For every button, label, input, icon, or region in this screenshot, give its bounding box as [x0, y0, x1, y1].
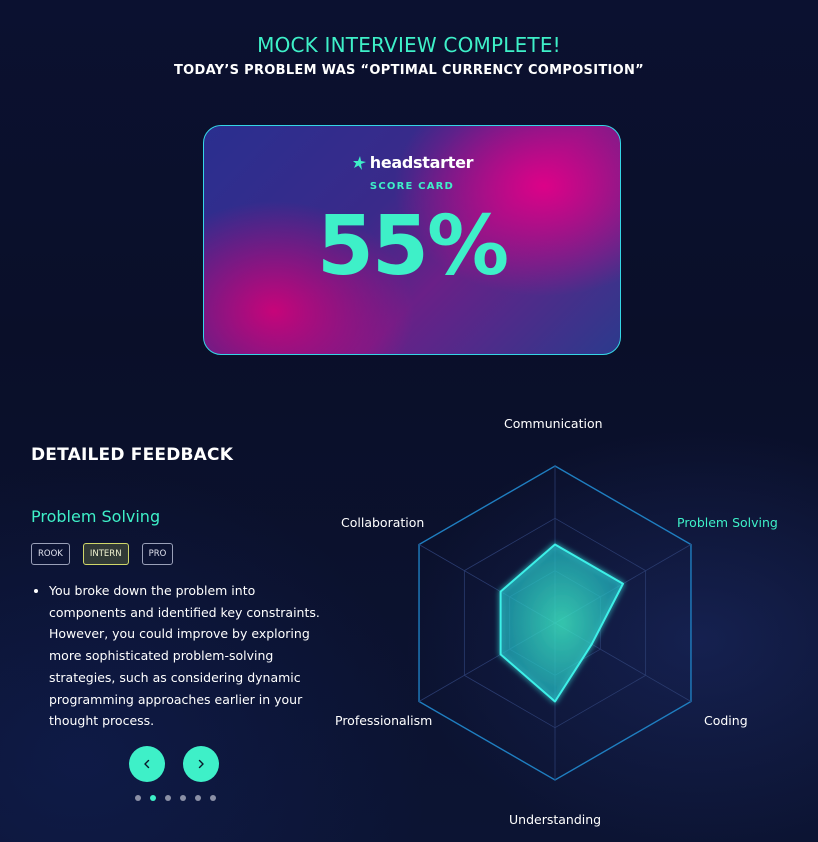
radar-label-communication: Communication — [504, 416, 603, 431]
radar-label-understanding: Understanding — [509, 812, 602, 827]
previous-button[interactable] — [129, 746, 165, 782]
brand-name: headstarter — [369, 153, 474, 172]
score-value: 55% — [316, 199, 509, 294]
brand-logo: headstarter — [204, 153, 620, 172]
feedback-list: You broke down the problem into componen… — [31, 580, 323, 732]
level-tag-pro: PRO — [141, 543, 174, 565]
feedback-title: DETAILED FEEDBACK — [31, 445, 234, 465]
radar-label-coding: Coding — [704, 713, 748, 728]
page-header: MOCK INTERVIEW COMPLETE! TODAY’S PROBLEM… — [0, 33, 818, 78]
radar-score-area — [499, 543, 624, 703]
feedback-category-title: Problem Solving — [31, 507, 161, 526]
score-card-label: SCORE CARD — [369, 181, 455, 192]
chevron-left-icon — [144, 759, 150, 769]
carousel-dot[interactable] — [180, 795, 186, 801]
page-subtitle: TODAY’S PROBLEM WAS “OPTIMAL CURRENCY CO… — [173, 63, 645, 78]
carousel-dots — [135, 795, 216, 801]
score-card: headstarter SCORE CARD 55% — [203, 125, 621, 355]
level-tag-intern: INTERN — [82, 543, 129, 565]
carousel-dot[interactable] — [210, 795, 216, 801]
next-button[interactable] — [183, 746, 219, 782]
radar-label-problem-solving: Problem Solving — [677, 515, 778, 530]
carousel-dot[interactable] — [195, 795, 201, 801]
chevron-right-icon — [198, 759, 204, 769]
radar-label-collaboration: Collaboration — [341, 515, 425, 530]
star-icon — [352, 155, 366, 170]
level-tags: ROOK INTERN PRO — [31, 543, 174, 565]
skills-radar-chart — [418, 465, 692, 781]
feedback-item: You broke down the problem into componen… — [31, 580, 323, 732]
page-title: MOCK INTERVIEW COMPLETE! — [257, 33, 561, 57]
carousel-dot[interactable] — [165, 795, 171, 801]
radar-label-professionalism: Professionalism — [335, 713, 433, 728]
level-tag-rook: ROOK — [31, 543, 70, 565]
radar-data-layer — [499, 543, 624, 703]
carousel-dot[interactable] — [135, 795, 141, 801]
carousel-dot-active[interactable] — [150, 795, 156, 801]
